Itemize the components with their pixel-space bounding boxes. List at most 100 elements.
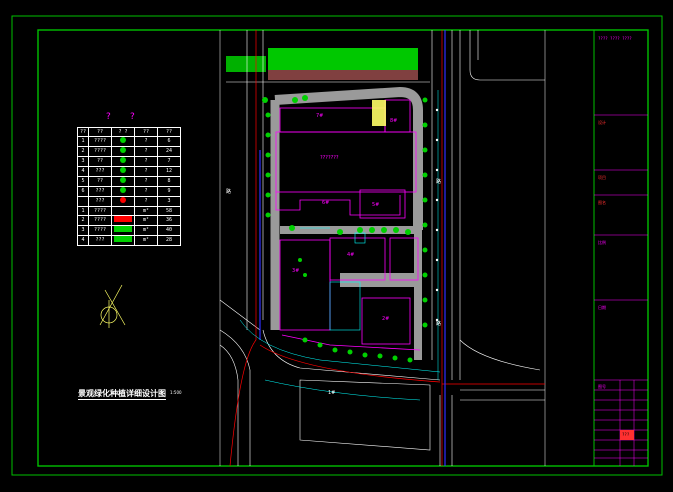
legend-cell-name: ??? [88,166,112,177]
legend-row: 4??? m² 28 [77,235,181,246]
groundcover-symbol-icon [114,236,132,242]
legend-symbol [111,146,135,157]
legend-cell-name: ??? [88,235,112,246]
groundcover-symbol-icon [114,226,132,232]
legend-cell-unit: m² [134,235,158,246]
title-block-project: ???? ???? ???? [598,36,632,41]
title-block-line-1: 设计 [598,120,606,125]
legend-col-header: ?? [157,127,181,137]
building-label-5: 5# [372,202,380,208]
legend-symbol [111,186,135,197]
road-label-3: 路 [226,189,232,195]
legend-cell-unit: ? [134,196,158,207]
legend-cell-qty: 12 [157,166,181,177]
drawing-scale: 1:500 [170,390,182,395]
road-label-1: 路 [436,179,442,185]
building-label-6: 6# [322,200,330,206]
groundcover-symbol-icon [114,216,132,222]
legend-cell-unit: m² [134,215,158,226]
tree-symbol-icon [120,147,126,153]
legend-cell-name: ???? [88,146,112,157]
legend-symbol [111,166,135,177]
legend-mark-2: ? [130,112,135,122]
legend-symbol [111,215,135,226]
tree-symbol-icon [120,167,126,173]
legend-cell-qty: 9 [157,186,181,197]
legend-cell-qty: 28 [157,235,181,246]
legend-symbol [111,225,135,236]
legend-row: ???? 3 [77,196,181,207]
legend-cell-name: ?? [88,156,112,167]
legend-row: 4???? 12 [77,166,181,177]
planting-legend-table: ?? ?? ? ? ?? ?? 1????? 6 2????? 24 3??? 7 4???… [77,127,181,246]
legend-cell-name: ?? [88,176,112,187]
yellow-pavilion [372,100,386,126]
north-arrow-icon [99,284,126,328]
legend-cell-unit: m² [134,206,158,216]
building-label-2: 2# [382,316,390,322]
building-label-3: 3# [292,268,300,274]
legend-cell-unit: ? [134,186,158,197]
cad-drawing-canvas [11,15,663,476]
building-label-1: 1# [328,390,336,396]
legend-row: 1????? 6 [77,136,181,147]
road-label-2: 路 [436,321,442,327]
legend-cell-no: 1 [77,136,89,147]
legend-cell-unit: ? [134,176,158,187]
legend-row: 3??? 7 [77,156,181,167]
legend-cell-qty: 40 [157,225,181,236]
legend-row: 5??? 8 [77,176,181,187]
legend-cell-qty: 58 [157,206,181,216]
legend-cell-qty: 3 [157,196,181,207]
legend-cell-name: ??? [88,186,112,197]
legend-mark-1: ? [106,112,111,122]
legend-row: 1???? m² 58 [77,206,181,216]
legend-cell-unit: m² [134,225,158,236]
legend-symbol [111,206,135,216]
title-block-line-4: 比例 [598,240,606,245]
legend-row: 2????? 24 [77,146,181,157]
legend-row: 3???? m² 40 [77,225,181,236]
legend-col-header: ?? [134,127,158,137]
legend-cell-no: 2 [77,146,89,157]
legend-cell-name: ???? [88,225,112,236]
tree-symbol-icon [120,157,126,163]
legend-cell-no: 2 [77,215,89,226]
legend-cell-no: 3 [77,156,89,167]
title-block-line-6: 图号 [598,384,606,389]
building-label-7: 7# [316,113,324,119]
building-label-8: 8# [390,118,398,124]
legend-cell-no: 3 [77,225,89,236]
legend-cell-unit: ? [134,146,158,157]
legend-symbol [111,156,135,167]
legend-cell-no [77,196,89,207]
top-planting-strip [226,48,430,83]
legend-cell-name: ???? [88,136,112,147]
buildings [275,99,421,351]
tree-symbol-icon [120,177,126,183]
legend-body: 1????? 6 2????? 24 3??? 7 4???? 12 5??? 8 6???? 9??… [77,136,181,246]
legend-cell-unit: ? [134,166,158,177]
legend-col-header: ?? [88,127,112,137]
legend-symbol [111,235,135,246]
legend-cell-unit: ? [134,136,158,147]
tree-symbol-icon [120,187,126,193]
legend-symbol [111,196,135,207]
legend-header-row: ?? ?? ? ? ?? ?? [77,127,181,137]
tree-symbol-icon [120,137,126,143]
title-block-line-5: 日期 [598,305,606,310]
legend-cell-name: ??? [88,196,112,207]
legend-cell-qty: 8 [157,176,181,187]
legend-cell-unit: ? [134,156,158,167]
legend-cell-no: 1 [77,206,89,216]
legend-cell-qty: 7 [157,156,181,167]
title-block-drawing-no: ??? [622,432,630,437]
legend-symbol [111,176,135,187]
legend-cell-no: 6 [77,186,89,197]
legend-cell-name: ???? [88,206,112,216]
legend-col-header: ? ? [111,127,135,137]
legend-cell-qty: 36 [157,215,181,226]
legend-cell-no: 4 [77,235,89,246]
legend-cell-no: 5 [77,176,89,187]
shrub-symbol-icon [120,197,126,203]
